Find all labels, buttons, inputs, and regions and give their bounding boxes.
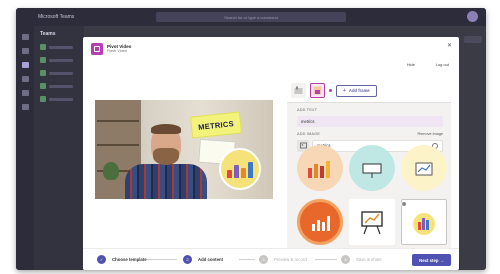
calls-icon[interactable] bbox=[21, 90, 29, 96]
frame-tabs: + Add frame bbox=[287, 79, 451, 103]
text-input[interactable]: metrics bbox=[297, 116, 443, 127]
step-save-share[interactable]: 4 Save & share bbox=[341, 255, 382, 264]
channel-item[interactable] bbox=[40, 96, 84, 102]
teams-search-bar[interactable]: Search for or type a command bbox=[156, 12, 346, 22]
team-badge-icon bbox=[40, 57, 46, 63]
person-body bbox=[125, 164, 207, 199]
logout-button[interactable]: Log out bbox=[436, 62, 449, 67]
files-icon[interactable] bbox=[21, 104, 29, 110]
pivot-video-modal: Pivot Video Flash Video ✕ Hide Log out M… bbox=[83, 37, 459, 270]
plant bbox=[103, 162, 119, 180]
teams-window: Microsoft Teams Search for or type a com… bbox=[16, 8, 486, 270]
team-badge-icon bbox=[40, 83, 46, 89]
result-metrics-sticker[interactable] bbox=[401, 199, 447, 245]
remove-image-text: Remove image bbox=[417, 132, 443, 136]
app-icon bbox=[91, 43, 103, 55]
teams-title: Microsoft Teams bbox=[38, 14, 75, 20]
modal-header: Pivot Video Flash Video bbox=[91, 43, 131, 55]
calendar-icon[interactable] bbox=[21, 76, 29, 82]
bar-chart-sticker[interactable] bbox=[219, 148, 261, 190]
result-chart-board-yellow[interactable] bbox=[401, 145, 447, 191]
step-number-icon: 2 bbox=[183, 255, 192, 264]
image-results-grid bbox=[295, 145, 447, 249]
team-badge-icon bbox=[40, 70, 46, 76]
metrics-sticker-text: METRICS bbox=[197, 118, 235, 132]
teams-icon[interactable] bbox=[21, 62, 29, 68]
step-add-content[interactable]: 2 Add content bbox=[183, 255, 223, 264]
video-preview: METRICS bbox=[95, 100, 273, 199]
channel-item[interactable] bbox=[40, 70, 84, 76]
right-strip bbox=[460, 26, 486, 270]
frame-thumbnail-2[interactable] bbox=[310, 83, 325, 98]
result-easel-chart[interactable] bbox=[349, 199, 395, 245]
channel-item[interactable] bbox=[40, 83, 84, 89]
step-number-icon: 4 bbox=[341, 255, 350, 264]
activity-icon[interactable] bbox=[21, 34, 29, 40]
app-rail bbox=[16, 26, 34, 270]
add-frame-button[interactable]: + Add frame bbox=[336, 84, 377, 97]
add-image-label: ADD IMAGE bbox=[297, 132, 321, 136]
next-step-button[interactable]: Next step → bbox=[412, 254, 451, 266]
avatar[interactable] bbox=[467, 11, 478, 22]
channel-item[interactable] bbox=[40, 57, 84, 63]
selected-check-icon bbox=[401, 201, 407, 207]
hide-button[interactable]: Hide bbox=[407, 62, 415, 67]
team-badge-icon bbox=[40, 44, 46, 50]
channels-pane: Teams bbox=[34, 26, 84, 270]
stepper: ✓ Choose template 2 Add content 3 Previe… bbox=[83, 248, 459, 270]
close-icon[interactable]: ✕ bbox=[447, 42, 452, 49]
step-preview-record[interactable]: 3 Preview & record bbox=[259, 255, 307, 264]
result-presentation-teal[interactable] bbox=[349, 145, 395, 191]
team-badge-icon bbox=[40, 96, 46, 102]
result-growth-chart-orange[interactable] bbox=[297, 199, 343, 245]
channels-title: Teams bbox=[40, 31, 56, 37]
frame-image-icon bbox=[313, 86, 322, 95]
app-subtitle: Flash Video bbox=[107, 49, 127, 53]
add-text-label: ADD TEXT bbox=[297, 108, 318, 112]
plus-icon: + bbox=[343, 87, 346, 94]
meet-chip[interactable] bbox=[464, 36, 482, 43]
result-bar-chart-orange[interactable] bbox=[297, 145, 343, 191]
step-number-icon: 3 bbox=[259, 255, 268, 264]
step-choose-template[interactable]: ✓ Choose template bbox=[97, 255, 147, 264]
frame-image-icon bbox=[294, 86, 303, 94]
selected-dot-icon bbox=[329, 89, 332, 92]
chat-icon[interactable] bbox=[21, 48, 29, 54]
edit-panel: + Add frame ADD TEXT metrics ADD IMAGE Re… bbox=[287, 79, 451, 249]
teams-titlebar: Microsoft Teams Search for or type a com… bbox=[16, 8, 486, 26]
frame-thumbnail-1[interactable] bbox=[291, 83, 306, 98]
remove-image-button[interactable]: Remove image bbox=[417, 132, 443, 136]
check-icon: ✓ bbox=[97, 255, 106, 264]
channel-item[interactable] bbox=[40, 44, 84, 50]
